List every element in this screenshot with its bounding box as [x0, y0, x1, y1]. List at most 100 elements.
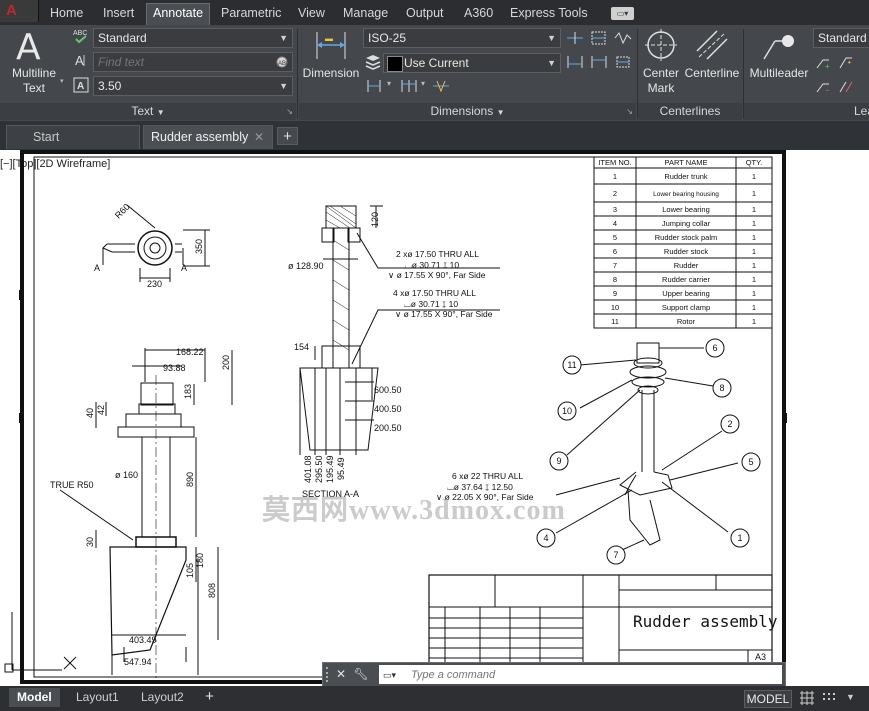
dim-inspect-icon[interactable] [614, 30, 632, 46]
wrench-icon[interactable]: 🔧︎ [353, 666, 369, 683]
drawing-border [20, 150, 786, 684]
table-cell: 7 [613, 261, 617, 270]
dim-547-94: 547.94 [124, 657, 152, 667]
table-cell: 1 [752, 189, 756, 198]
table-header: PART NAME [665, 158, 708, 167]
tab-manage[interactable]: Manage [337, 4, 394, 24]
tab-output[interactable]: Output [400, 4, 450, 24]
multileader-button[interactable]: Multileader [745, 27, 811, 97]
dim-adjust-icon[interactable] [590, 54, 608, 70]
balloon-4: 4 [543, 533, 548, 543]
multileader-icon [761, 29, 795, 66]
command-input[interactable] [379, 665, 782, 684]
tab-a360[interactable]: A360 [458, 4, 499, 24]
table-cell: Rotor [677, 317, 696, 326]
dim-200-50: 200.50 [374, 423, 402, 433]
dim-baseline-icon[interactable] [400, 78, 418, 94]
dim-space-icon[interactable] [590, 30, 608, 46]
command-prompt-icon[interactable]: ▭▾ [383, 668, 409, 682]
new-tab-button[interactable]: + [277, 127, 298, 145]
chevron-down-icon: ▾ [387, 79, 392, 88]
center-mark-button[interactable]: Center Mark [640, 27, 682, 97]
chevron-down-icon: ▼ [547, 58, 556, 68]
tab-parametric[interactable]: Parametric [215, 4, 287, 24]
dim-dia-160: ø 160 [115, 470, 138, 480]
ribbon-display-toggle[interactable]: ▭▾ [611, 7, 634, 20]
dimension-button[interactable]: ▬ Dimension [300, 27, 362, 97]
dim-quick-icon[interactable] [432, 78, 450, 94]
tab-view[interactable]: View [292, 4, 331, 24]
panel-launcher-icon[interactable]: ↘ [286, 103, 293, 120]
close-icon[interactable]: ✕ [254, 126, 264, 149]
leaders-panel-title: Lea [744, 103, 869, 120]
chevron-down-icon[interactable]: ▼ [846, 692, 855, 702]
table-cell: 5 [613, 233, 617, 242]
text-panel-title[interactable]: Text ▼ ↘ [0, 103, 296, 120]
table-cell: Support clamp [662, 303, 710, 312]
find-text-input[interactable] [93, 52, 293, 72]
tab-express-tools[interactable]: Express Tools [504, 4, 594, 24]
layer-stack-icon[interactable] [364, 54, 382, 70]
dim-tool-icon[interactable] [566, 30, 584, 46]
dimensions-panel-title[interactable]: Dimensions ▼ ↘ [299, 103, 636, 120]
snap-grid-icon[interactable] [821, 691, 837, 705]
ribbon: A Multiline Text ▾ ABC Standard ▼ A ABC A… [0, 25, 869, 121]
tab-model[interactable]: Model [9, 688, 60, 707]
table-cell: 8 [613, 275, 617, 284]
dim-30: 30 [85, 537, 95, 547]
remove-leader-icon[interactable]: − [815, 78, 833, 95]
dimensions-panel-title-label: Dimensions [430, 104, 494, 118]
dim-400-50: 400.50 [374, 404, 402, 414]
table-cell: 1 [752, 172, 756, 181]
dim-layer-select[interactable]: Use Current ▼ [383, 53, 561, 73]
table-cell: 9 [613, 289, 617, 298]
model-viewport[interactable]: [−][Top][2D Wireframe] 6 11 8 10 2 9 5 1… [0, 150, 869, 685]
hole-callout-line: ⌴ø 30.71 ↧ 10 [405, 260, 459, 270]
model-space-button[interactable]: MODEL [744, 690, 792, 708]
tab-rudder-assembly[interactable]: Rudder assembly ✕ [143, 125, 273, 149]
table-cell: 4 [613, 219, 617, 228]
table-cell: 1 [752, 261, 756, 270]
balloon-10: 10 [562, 406, 572, 416]
dimension-icon: ▬ [314, 29, 348, 63]
text-height-icon[interactable]: A [73, 77, 91, 93]
text-height-select[interactable]: 3.50 ▼ [93, 76, 293, 96]
add-leader-icon[interactable]: + [815, 54, 833, 71]
balloon-9: 9 [556, 456, 561, 466]
add-layout-button[interactable]: + [201, 689, 218, 706]
dim-linear-icon[interactable] [366, 78, 384, 94]
text-style-select[interactable]: Standard ▼ [93, 28, 293, 48]
close-icon[interactable]: ✕ [333, 666, 349, 683]
table-cell: Rudder stock [664, 247, 708, 256]
align-leader-icon[interactable]: • [838, 54, 856, 70]
spell-check-icon[interactable]: ABC [73, 28, 91, 44]
leader-style-select[interactable]: Standard [813, 28, 869, 48]
dim-style-select[interactable]: ISO-25 ▼ [363, 28, 561, 48]
autocad-window: A Home Insert Annotate Parametric View M… [0, 0, 869, 711]
chevron-down-icon: ▼ [156, 108, 165, 117]
multiline-text-button[interactable]: A Multiline Text ▾ [2, 27, 64, 97]
find-text-icon[interactable]: A [73, 52, 91, 68]
tab-annotate[interactable]: Annotate [146, 3, 211, 25]
search-icon[interactable]: ABC [275, 55, 291, 69]
tab-layout2[interactable]: Layout2 [133, 688, 192, 707]
balloon-6: 6 [712, 343, 717, 353]
tab-insert[interactable]: Insert [97, 4, 140, 24]
dim-break-icon[interactable] [566, 54, 584, 70]
grid-icon[interactable] [799, 691, 815, 705]
table-cell: Rudder stock palm [655, 233, 718, 242]
panel-launcher-icon[interactable]: ↘ [626, 103, 633, 120]
collect-leader-icon[interactable] [838, 78, 856, 94]
centerline-button[interactable]: Centerline [683, 27, 741, 97]
text-height-value: 3.50 [98, 79, 122, 93]
application-menu-button[interactable]: A [0, 0, 39, 22]
tab-start[interactable]: Start [6, 125, 140, 149]
tab-layout1[interactable]: Layout1 [68, 688, 127, 707]
balloon-1: 1 [737, 533, 742, 543]
centerlines-panel-title-label: Centerlines [659, 104, 721, 118]
dim-update-icon[interactable] [614, 54, 632, 70]
tab-home[interactable]: Home [44, 4, 89, 24]
drag-handle[interactable] [326, 667, 332, 682]
leaders-panel-title-label: Lea [854, 104, 869, 118]
table-cell: 1 [752, 233, 756, 242]
